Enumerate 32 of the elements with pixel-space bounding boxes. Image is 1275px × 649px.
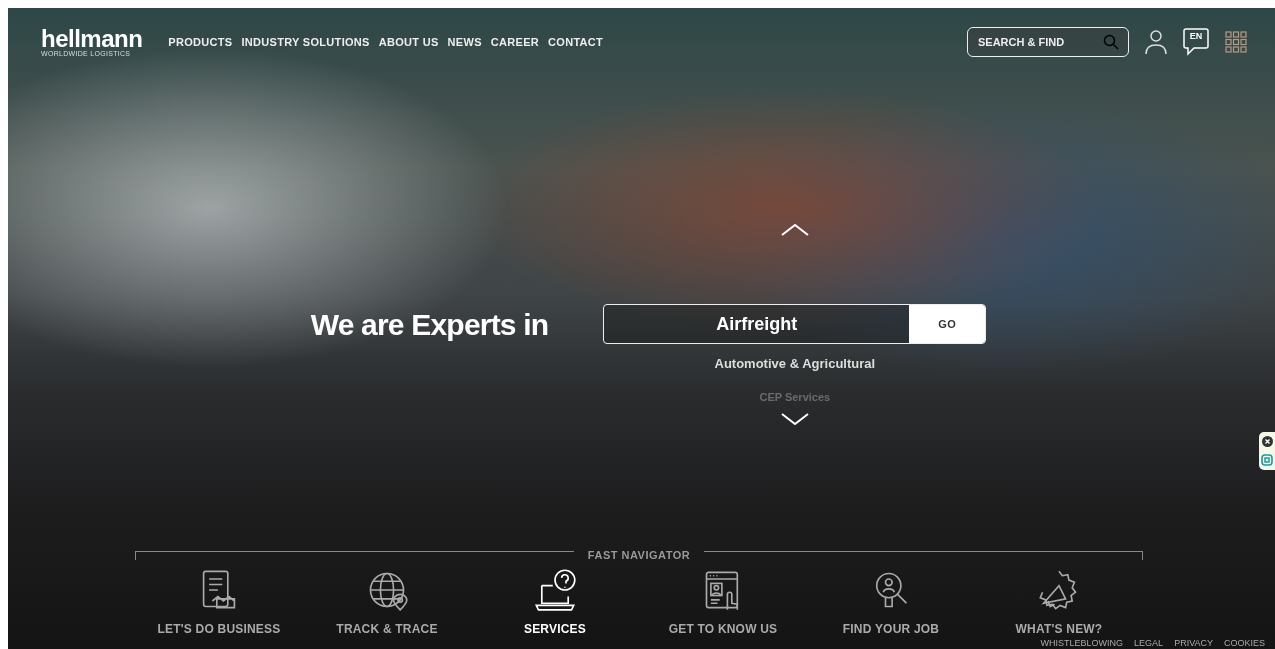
accessibility-icon[interactable] <box>1261 454 1273 467</box>
go-button[interactable]: GO <box>909 305 986 343</box>
menu-link[interactable]: CAREER <box>490 36 540 48</box>
footer-link[interactable]: LEGAL <box>1134 638 1164 649</box>
menu-link[interactable]: CONTACT <box>548 36 604 48</box>
menu-link[interactable]: PRODUCTS <box>168 36 233 48</box>
navigator-link[interactable]: WHAT'S NEW? <box>975 567 1143 636</box>
expertise-option[interactable]: Automotive & Agricultural <box>714 356 876 371</box>
app-grid-icon[interactable] <box>1225 31 1247 53</box>
search-field[interactable]: SEARCH & FIND <box>967 27 1129 57</box>
menu-link[interactable]: NEWS <box>447 36 482 48</box>
language-button[interactable]: EN <box>1183 28 1209 56</box>
chevron-up-icon[interactable] <box>780 224 809 236</box>
navigator-link[interactable]: TRACK & TRACE <box>303 567 471 636</box>
laptop-question-icon <box>533 567 577 613</box>
search-icon <box>1103 34 1119 50</box>
menu-link[interactable]: ABOUT US <box>378 36 439 48</box>
navigator-link[interactable]: SERVICES <box>471 567 639 636</box>
menu-link[interactable]: INDUSTRY SOLUTIONS <box>241 36 370 48</box>
footer-link[interactable]: COOKIES <box>1224 638 1265 649</box>
hero-title: We are Experts in <box>310 307 549 342</box>
navigator-link[interactable]: LET'S DO BUSINESS <box>135 567 303 636</box>
close-icon[interactable] <box>1261 435 1273 447</box>
fast-navigator-title: FAST NAVIGATOR <box>587 549 691 561</box>
chevron-down-icon[interactable] <box>780 413 809 425</box>
expertise-value: Airfreight <box>715 312 799 336</box>
footer-link[interactable]: PRIVACY <box>1174 638 1213 649</box>
footer-link[interactable]: WHISTLEBLOWING <box>1040 638 1124 649</box>
expertise-field[interactable]: Airfreight GO <box>603 304 987 344</box>
navigator-link[interactable]: GET TO KNOW US <box>639 567 807 636</box>
navigator-link[interactable]: FIND YOUR JOB <box>807 567 975 636</box>
user-icon[interactable] <box>1145 29 1167 55</box>
